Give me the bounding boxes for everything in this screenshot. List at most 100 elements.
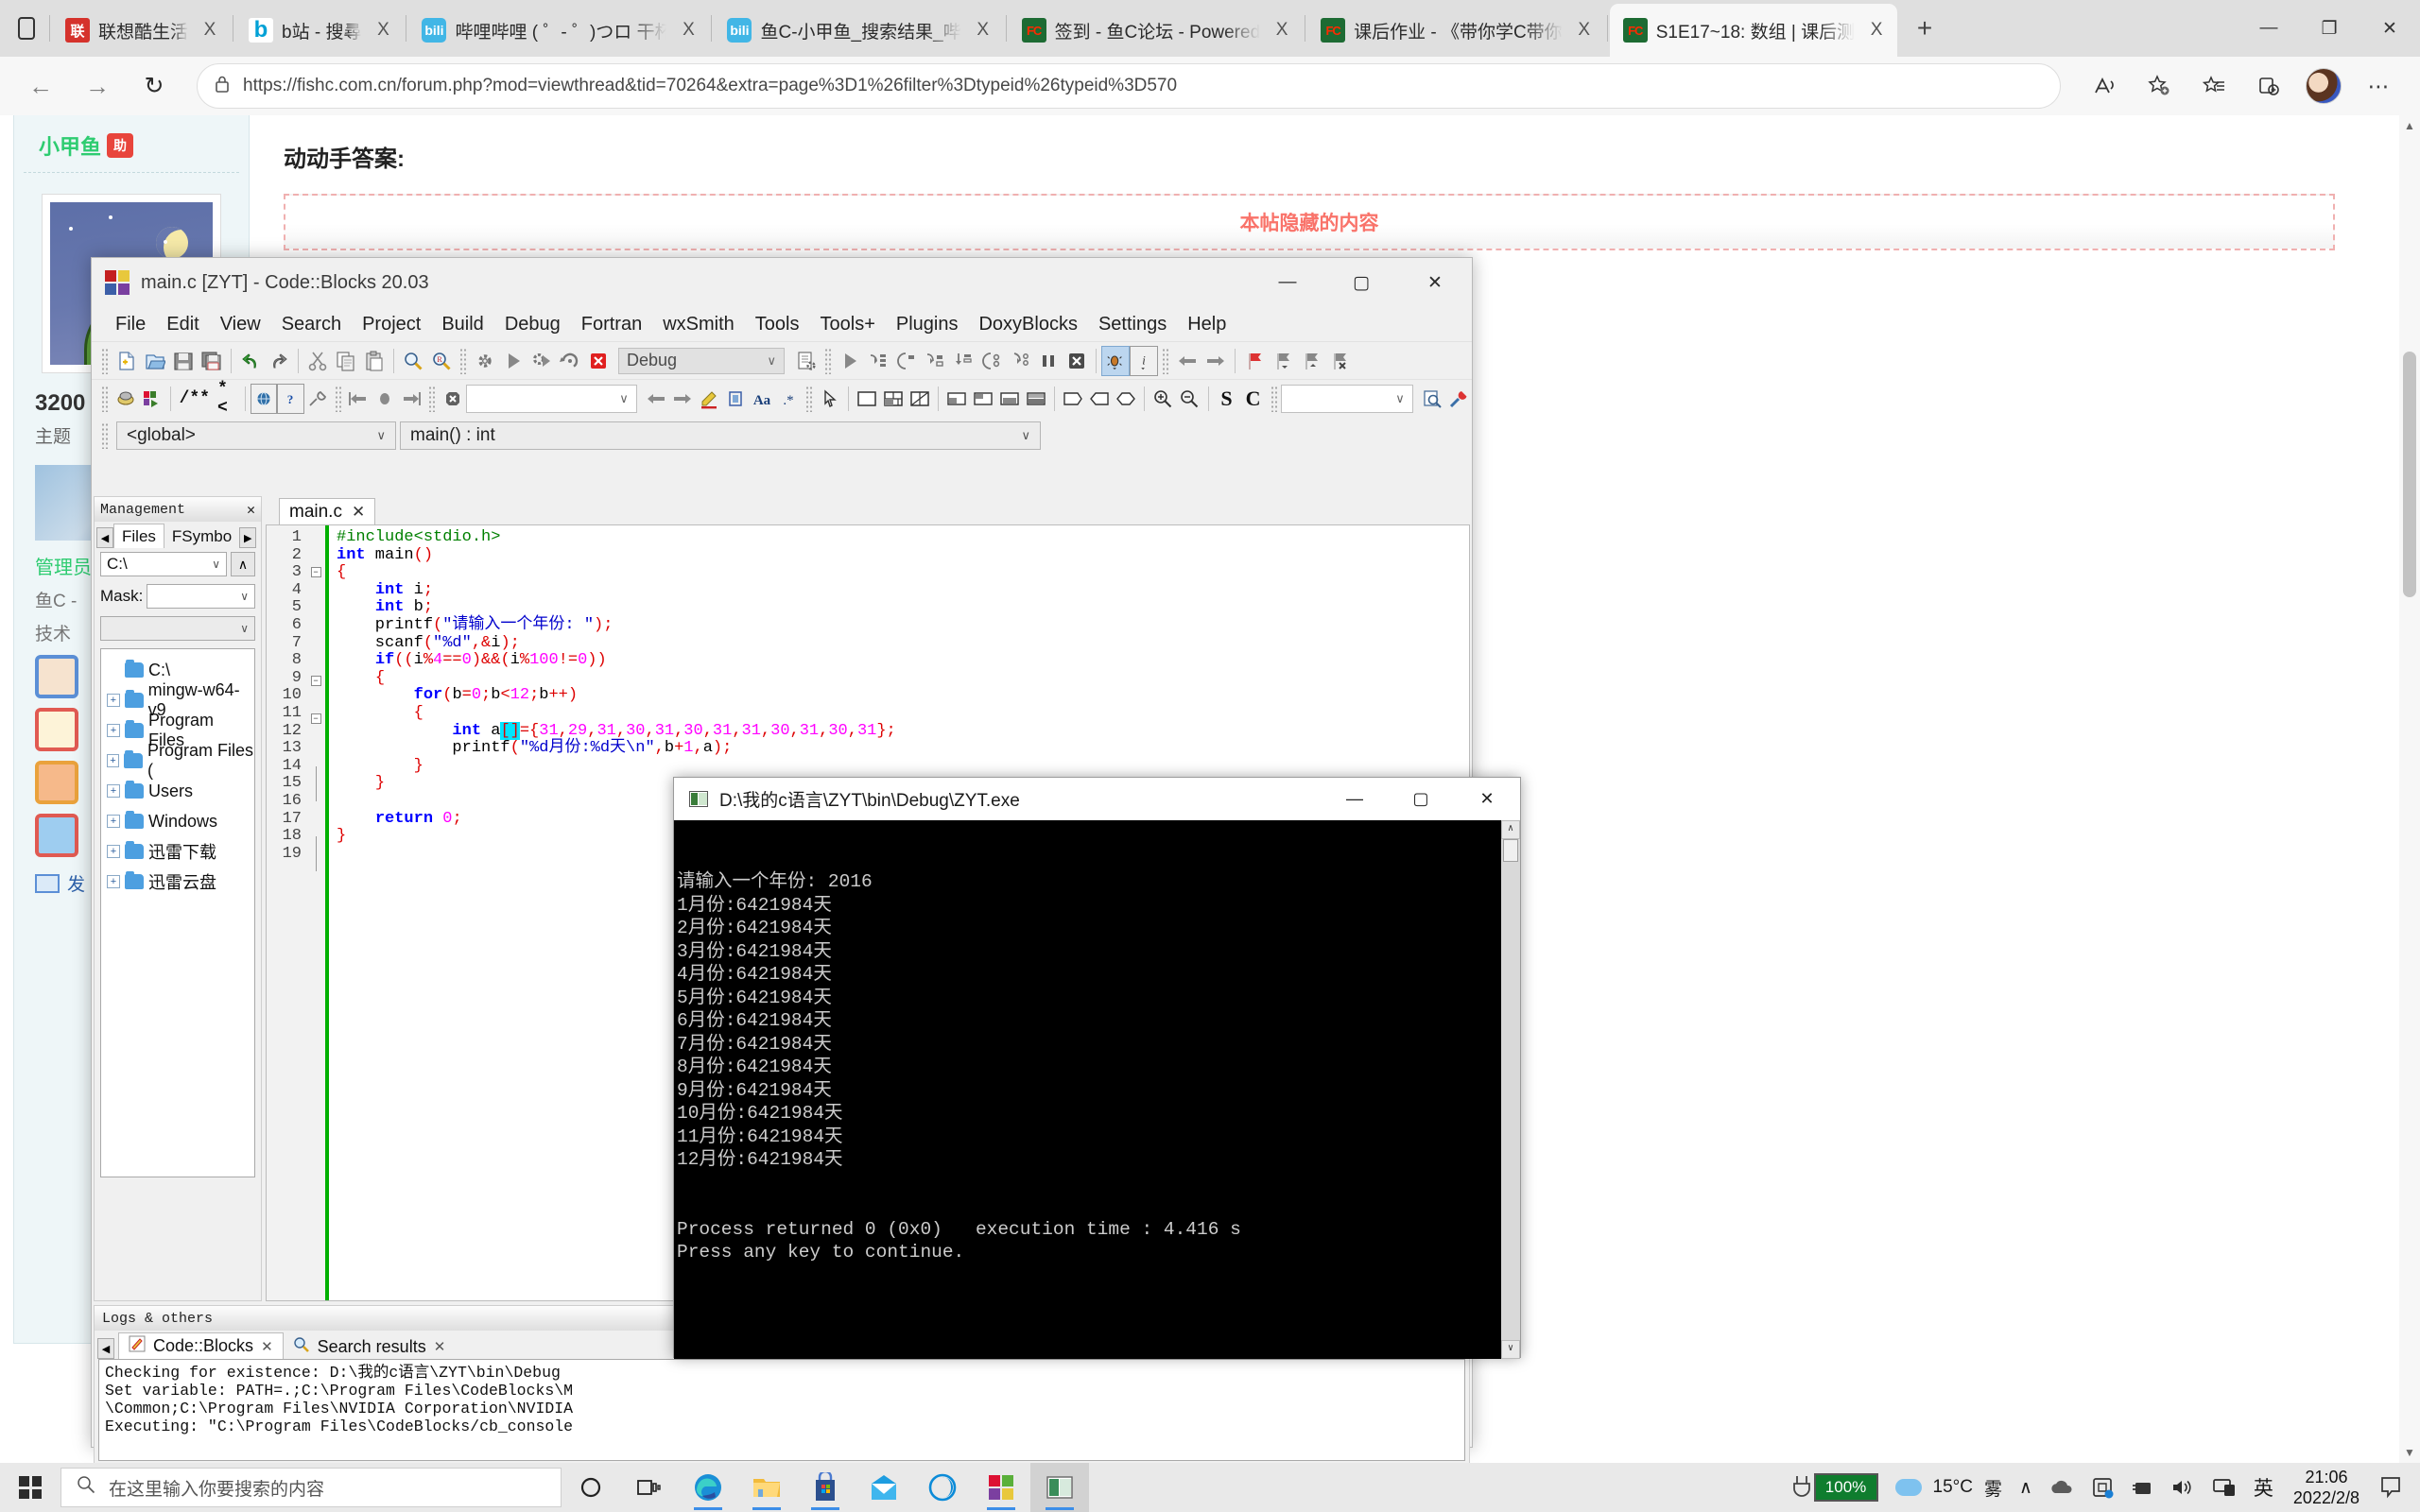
code-line[interactable]: {: [329, 669, 1469, 688]
browse-back-icon[interactable]: [1173, 346, 1201, 376]
console-scroll-down[interactable]: ∨: [1501, 1340, 1520, 1359]
reload-button[interactable]: ↻: [129, 62, 180, 110]
build-targets-list-icon[interactable]: [792, 346, 821, 376]
console-minimize-button[interactable]: —: [1322, 778, 1388, 820]
stop-debugger-icon[interactable]: [1063, 346, 1091, 376]
scroll-up-arrow[interactable]: ▲: [2399, 115, 2420, 136]
zoom-in-icon[interactable]: [1150, 384, 1176, 414]
doxyblocks-help-icon[interactable]: ?: [277, 383, 304, 414]
previous-bookmark-icon[interactable]: [1269, 346, 1297, 376]
wxsmith-custom1-icon[interactable]: [1086, 384, 1113, 414]
code-line[interactable]: for(b=0;b<12;b++): [329, 687, 1469, 705]
filter-combo[interactable]: ∨: [100, 616, 255, 641]
volume-icon[interactable]: [2162, 1463, 2204, 1512]
browse-forward-icon[interactable]: [1201, 346, 1230, 376]
new-file-icon[interactable]: [112, 346, 141, 376]
tray-expand-button[interactable]: ∧: [2011, 1463, 2041, 1512]
battery-status[interactable]: 100%: [1783, 1463, 1887, 1512]
profile-avatar[interactable]: [2297, 62, 2350, 110]
expand-icon[interactable]: +: [107, 845, 120, 858]
favorites-icon[interactable]: [2187, 62, 2240, 110]
browser-minimize-button[interactable]: —: [2238, 0, 2299, 57]
menu-item-tools[interactable]: Tools: [745, 312, 810, 337]
find-icon[interactable]: [399, 346, 427, 376]
code-line[interactable]: printf("请输入一个年份: ");: [329, 616, 1469, 635]
abort-icon[interactable]: [584, 346, 613, 376]
forward-button[interactable]: →: [72, 62, 123, 110]
wxsmith-box-sizer-left-icon[interactable]: [943, 384, 970, 414]
fortran-find-icon[interactable]: [1419, 384, 1445, 414]
browser-tab[interactable]: FC 课后作业 - 《带你学C带你 X: [1307, 4, 1605, 57]
code-folding-column[interactable]: − − −: [306, 525, 325, 1300]
menu-item-fortran[interactable]: Fortran: [571, 312, 652, 337]
address-bar[interactable]: https://fishc.com.cn/forum.php?mod=viewt…: [197, 63, 2061, 109]
browser-tab[interactable]: bili 哔哩哔哩 ( ゜- ゜)つロ 干杯 X: [408, 4, 709, 57]
fortran-source-icon[interactable]: S: [1213, 384, 1239, 414]
ime-indicator[interactable]: 英: [2245, 1463, 2282, 1512]
collections-icon[interactable]: [2242, 62, 2295, 110]
clear-bookmarks-icon[interactable]: [1325, 346, 1354, 376]
open-file-icon[interactable]: [141, 346, 169, 376]
wxsmith-flex-sizer-icon[interactable]: [907, 384, 933, 414]
menu-item-edit[interactable]: Edit: [156, 312, 209, 337]
expand-icon[interactable]: +: [107, 815, 120, 828]
go-up-button[interactable]: ∧: [231, 552, 255, 576]
task-view-icon[interactable]: [620, 1463, 679, 1512]
build-target-combo[interactable]: Debug ∨: [618, 347, 785, 374]
code-line[interactable]: scanf("%d",&i);: [329, 634, 1469, 653]
rebuild-icon[interactable]: [556, 346, 584, 376]
tab-close-button[interactable]: X: [675, 17, 701, 43]
network-icon[interactable]: [2204, 1463, 2245, 1512]
post-author-name[interactable]: 小甲鱼 助: [14, 115, 249, 172]
tree-item[interactable]: + 迅雷下载: [101, 836, 254, 867]
expand-icon[interactable]: +: [107, 724, 120, 737]
browser-tab[interactable]: bili 鱼C-小甲鱼_搜索结果_哔 X: [714, 4, 1003, 57]
codeblocks-icon[interactable]: [972, 1463, 1030, 1512]
tab-close-button[interactable]: X: [197, 17, 223, 43]
debug-run-icon[interactable]: [836, 346, 864, 376]
back-button[interactable]: ←: [15, 62, 66, 110]
wxsmith-box-sizer-bottom-icon[interactable]: [996, 384, 1023, 414]
close-icon[interactable]: ✕: [247, 501, 255, 519]
wxsmith-panel-icon[interactable]: [854, 384, 880, 414]
page-scrollbar[interactable]: ▲ ▼: [2399, 115, 2420, 1463]
code-line[interactable]: int a[]={31,29,31,30,31,30,31,31,30,31,3…: [329, 721, 1469, 741]
toolbar-grip[interactable]: [1162, 347, 1169, 374]
codeblocks-close-button[interactable]: ✕: [1398, 258, 1472, 307]
next-line-icon[interactable]: [864, 346, 892, 376]
expand-icon[interactable]: +: [107, 875, 120, 888]
mail-icon[interactable]: [855, 1463, 913, 1512]
menu-item-debug[interactable]: Debug: [494, 312, 571, 337]
function-select[interactable]: main() : int ∨: [400, 421, 1041, 450]
cut-icon[interactable]: [303, 346, 332, 376]
browser-tab[interactable]: FC S1E17~18: 数组 | 课后测 X: [1609, 4, 1898, 57]
expand-icon[interactable]: +: [107, 694, 120, 707]
replace-icon[interactable]: R: [427, 346, 456, 376]
search-next-icon[interactable]: [669, 384, 696, 414]
code-line[interactable]: int b;: [329, 599, 1469, 617]
logs-tabs-prev-arrow[interactable]: ◀: [97, 1338, 114, 1359]
fortran-c-icon[interactable]: C: [1240, 384, 1267, 414]
browser-tab[interactable]: FC 签到 - 鱼C论坛 - Powered X: [1009, 4, 1303, 57]
step-into-icon[interactable]: [892, 346, 921, 376]
tab-close-button[interactable]: X: [1863, 17, 1890, 43]
toolbar-grip[interactable]: [428, 385, 436, 412]
notification-icon[interactable]: [2371, 1463, 2411, 1512]
browser-tab[interactable]: b b站 - 搜尋 X: [235, 4, 404, 57]
menu-item-tools-[interactable]: Tools+: [810, 312, 886, 337]
undo-icon[interactable]: [236, 346, 265, 376]
doxyblocks-browser-icon[interactable]: [251, 383, 278, 414]
fold-collapse-icon[interactable]: −: [310, 567, 321, 578]
tabs-next-arrow[interactable]: ▶: [239, 527, 257, 548]
menu-item-search[interactable]: Search: [271, 312, 352, 337]
wxsmith-pointer-icon[interactable]: [817, 384, 843, 414]
fortran-tools-icon[interactable]: [1445, 384, 1472, 414]
code-line[interactable]: {: [329, 563, 1469, 582]
toolbar-grip[interactable]: [101, 347, 109, 374]
changed-lines-marker-icon[interactable]: [372, 384, 398, 414]
code-line[interactable]: printf("%d月份:%d天\n",b+1,a);: [329, 739, 1469, 758]
doxyblocks-comment-icon[interactable]: /**: [176, 384, 214, 414]
doxyblocks-extract-icon[interactable]: [139, 384, 165, 414]
doxyblocks-block-icon[interactable]: *<: [214, 380, 240, 418]
tree-item[interactable]: + Program Files (: [101, 741, 254, 780]
